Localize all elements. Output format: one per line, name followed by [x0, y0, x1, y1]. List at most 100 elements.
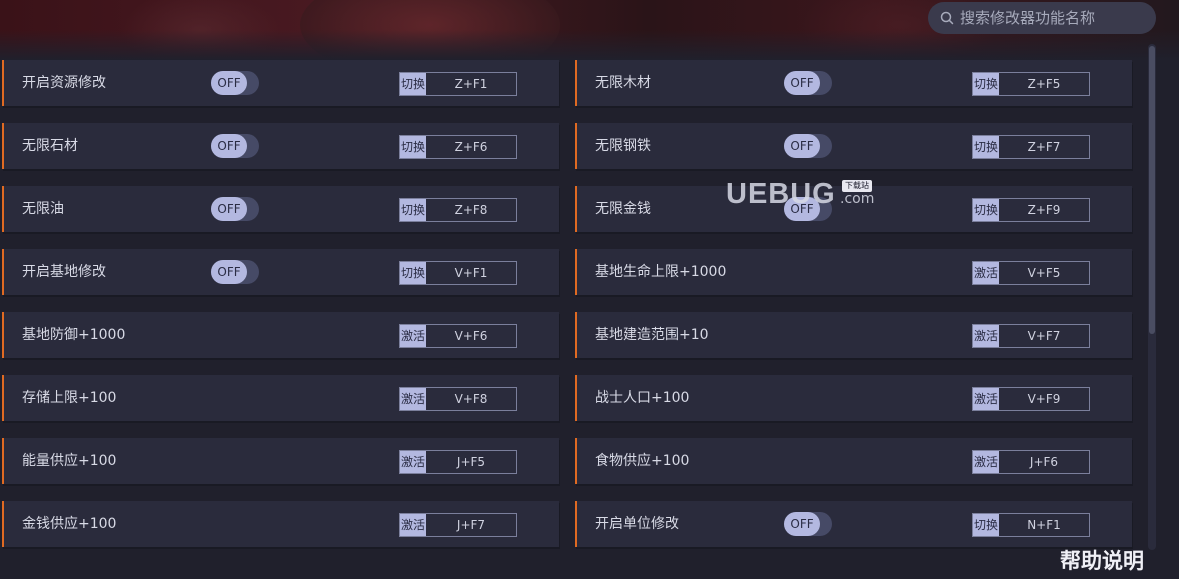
hotkey-combo: Z+F5	[1027, 77, 1061, 91]
scrollbar-thumb[interactable]	[1149, 46, 1155, 334]
hotkey-action-label: 切换	[400, 73, 426, 95]
cheat-toggle[interactable]: OFF	[211, 134, 259, 158]
hotkey-field[interactable]: 切换 Z+F8	[399, 198, 517, 222]
hotkey-field[interactable]: 激活 J+F6	[972, 450, 1090, 474]
cheat-toggle[interactable]: OFF	[211, 197, 259, 221]
hotkey-combo: Z+F8	[454, 203, 488, 217]
cheat-label: 基地建造范围+10	[595, 327, 709, 343]
hotkey-combo: Z+F9	[1027, 203, 1061, 217]
toggle-state-label: OFF	[211, 71, 247, 95]
hotkey-combo: Z+F1	[454, 77, 488, 91]
hotkey-field[interactable]: 激活 V+F9	[972, 387, 1090, 411]
cheat-row: 战士人口+100 激活 V+F9	[575, 375, 1132, 421]
cheat-label: 战士人口+100	[595, 390, 690, 406]
cheat-row: 存储上限+100 激活 V+F8	[2, 375, 559, 421]
cheat-row: 能量供应+100 激活 J+F5	[2, 438, 559, 484]
hotkey-field[interactable]: 切换 Z+F6	[399, 135, 517, 159]
hotkey-action-label: 切换	[973, 73, 999, 95]
hotkey-action-label: 激活	[400, 514, 426, 536]
cheat-label: 无限石材	[22, 138, 78, 154]
hotkey-field[interactable]: 切换 Z+F5	[972, 72, 1090, 96]
search-box[interactable]	[928, 2, 1156, 34]
cheat-label: 能量供应+100	[22, 453, 117, 469]
toggle-state-label: OFF	[211, 134, 247, 158]
cheat-row: 无限木材 OFF 切换 Z+F5	[575, 60, 1132, 106]
cheat-toggle[interactable]: OFF	[211, 71, 259, 95]
hotkey-action-label: 切换	[400, 262, 426, 284]
cheat-row: 无限油 OFF 切换 Z+F8	[2, 186, 559, 232]
hotkey-field[interactable]: 激活 V+F5	[972, 261, 1090, 285]
cheat-row: 开启资源修改 OFF 切换 Z+F1	[2, 60, 559, 106]
hotkey-field[interactable]: 切换 N+F1	[972, 513, 1090, 537]
cheat-label: 基地防御+1000	[22, 327, 126, 343]
hotkey-field[interactable]: 切换 V+F1	[399, 261, 517, 285]
cheat-toggle[interactable]: OFF	[784, 512, 832, 536]
cheat-toggle[interactable]: OFF	[211, 260, 259, 284]
toggle-state-label: OFF	[784, 71, 820, 95]
hotkey-combo: V+F5	[1027, 266, 1061, 280]
cheat-row: 基地建造范围+10 激活 V+F7	[575, 312, 1132, 358]
cheat-label: 无限钢铁	[595, 138, 651, 154]
toggle-state-label: OFF	[784, 134, 820, 158]
hotkey-combo: J+F7	[456, 518, 486, 532]
hotkey-action-label: 激活	[973, 451, 999, 473]
toggle-state-label: OFF	[784, 512, 820, 536]
hotkey-action-label: 激活	[400, 451, 426, 473]
cheat-row: 无限金钱 OFF 切换 Z+F9	[575, 186, 1132, 232]
cheat-row: 开启单位修改 OFF 切换 N+F1	[575, 501, 1132, 547]
help-link[interactable]: 帮助说明	[1060, 545, 1144, 575]
hotkey-combo: J+F5	[456, 455, 486, 469]
hotkey-combo: Z+F6	[454, 140, 488, 154]
cheat-row: 无限钢铁 OFF 切换 Z+F7	[575, 123, 1132, 169]
cheat-toggle[interactable]: OFF	[784, 71, 832, 95]
search-input[interactable]	[960, 9, 1140, 27]
hotkey-action-label: 激活	[973, 262, 999, 284]
cheat-row: 开启基地修改 OFF 切换 V+F1	[2, 249, 559, 295]
cheat-row: 基地生命上限+1000 激活 V+F5	[575, 249, 1132, 295]
cheat-toggle[interactable]: OFF	[784, 134, 832, 158]
hotkey-combo: V+F7	[1027, 329, 1061, 343]
hotkey-action-label: 激活	[400, 325, 426, 347]
cheat-row: 金钱供应+100 激活 J+F7	[2, 501, 559, 547]
hotkey-action-label: 切换	[400, 199, 426, 221]
hotkey-field[interactable]: 激活 V+F7	[972, 324, 1090, 348]
hotkey-combo: Z+F7	[1027, 140, 1061, 154]
cheat-label: 无限金钱	[595, 201, 651, 217]
hotkey-field[interactable]: 切换 Z+F9	[972, 198, 1090, 222]
hotkey-combo: J+F6	[1029, 455, 1059, 469]
hotkey-combo: V+F8	[454, 392, 488, 406]
cheat-label: 食物供应+100	[595, 453, 690, 469]
hotkey-action-label: 切换	[973, 514, 999, 536]
hotkey-action-label: 切换	[400, 136, 426, 158]
hotkey-field[interactable]: 切换 Z+F7	[972, 135, 1090, 159]
cheat-label: 无限油	[22, 201, 64, 217]
cheat-label: 存储上限+100	[22, 390, 117, 406]
cheat-row: 无限石材 OFF 切换 Z+F6	[2, 123, 559, 169]
cheat-row: 基地防御+1000 激活 V+F6	[2, 312, 559, 358]
cheat-label: 金钱供应+100	[22, 516, 117, 532]
cheat-label: 基地生命上限+1000	[595, 264, 727, 280]
hotkey-field[interactable]: 激活 J+F7	[399, 513, 517, 537]
toggle-state-label: OFF	[211, 197, 247, 221]
cheat-label: 无限木材	[595, 75, 651, 91]
hotkey-field[interactable]: 切换 Z+F1	[399, 72, 517, 96]
cheat-label: 开启资源修改	[22, 75, 106, 91]
hotkey-action-label: 激活	[973, 388, 999, 410]
hotkey-action-label: 激活	[973, 325, 999, 347]
hotkey-field[interactable]: 激活 V+F6	[399, 324, 517, 348]
cheat-row: 食物供应+100 激活 J+F6	[575, 438, 1132, 484]
hotkey-field[interactable]: 激活 V+F8	[399, 387, 517, 411]
hotkey-field[interactable]: 激活 J+F5	[399, 450, 517, 474]
hotkey-combo: V+F6	[454, 329, 488, 343]
hotkey-action-label: 切换	[973, 199, 999, 221]
search-icon	[940, 11, 954, 25]
cheat-label: 开启基地修改	[22, 264, 106, 280]
hotkey-action-label: 切换	[973, 136, 999, 158]
toggle-state-label: OFF	[211, 260, 247, 284]
cheat-toggle[interactable]: OFF	[784, 197, 832, 221]
hotkey-combo: V+F1	[454, 266, 488, 280]
hotkey-action-label: 激活	[400, 388, 426, 410]
hotkey-combo: N+F1	[1027, 518, 1061, 532]
toggle-state-label: OFF	[784, 197, 820, 221]
hotkey-combo: V+F9	[1027, 392, 1061, 406]
